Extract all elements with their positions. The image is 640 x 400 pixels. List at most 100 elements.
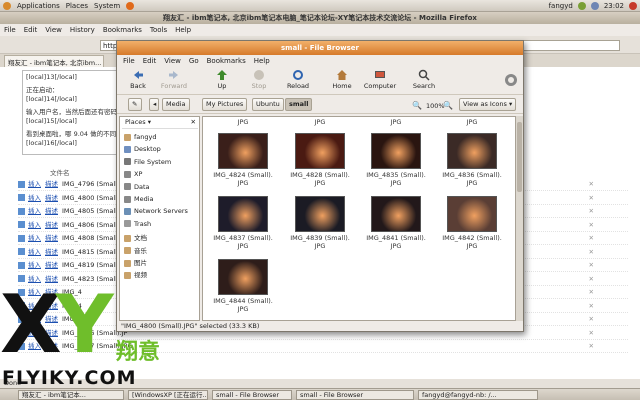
taskbar-button[interactable]: 翔友汇 - ibm笔记本... — [18, 390, 124, 400]
taskbar-button[interactable]: [WindowsXP [正在运行... — [128, 390, 208, 400]
ff-menu-bookmarks[interactable]: Bookmarks — [103, 26, 142, 34]
place-item[interactable]: Media — [124, 195, 154, 203]
zoom-out-icon[interactable]: 🔍 — [412, 101, 422, 110]
image-thumbnail[interactable] — [447, 196, 497, 232]
ff-menu-tools[interactable]: Tools — [150, 26, 167, 34]
user-label[interactable]: fangyd — [549, 2, 573, 10]
applications-menu[interactable]: Applications — [17, 2, 60, 10]
describe-link[interactable]: 描述 — [45, 261, 58, 269]
computer-button[interactable]: Computer — [360, 68, 400, 94]
place-item[interactable]: 文档 — [124, 232, 147, 242]
delete-icon[interactable]: ✕ — [589, 342, 594, 350]
stop-button[interactable]: Stop — [239, 68, 279, 94]
delete-icon[interactable]: ✕ — [589, 288, 594, 296]
file-caption[interactable]: IMG_4837 (Small). JPG — [205, 234, 281, 250]
fb-menu-bookmarks[interactable]: Bookmarks — [207, 57, 246, 65]
back-button[interactable]: Back — [118, 68, 158, 94]
place-item[interactable]: 图片 — [124, 257, 147, 267]
place-item[interactable]: 音乐 — [124, 245, 147, 255]
forward-button[interactable]: Forward — [154, 68, 194, 94]
insert-link[interactable]: 插入 — [28, 234, 41, 242]
firefox-launcher-icon[interactable] — [126, 1, 135, 10]
describe-link[interactable]: 描述 — [45, 234, 58, 242]
volume-icon[interactable] — [590, 1, 599, 10]
insert-link[interactable]: 插入 — [28, 180, 41, 188]
place-item[interactable]: Trash — [124, 220, 151, 228]
view-mode-select[interactable]: View as Icons ▾ — [459, 98, 516, 111]
edit-location-button[interactable]: ✎ — [128, 98, 142, 111]
ff-menu-help[interactable]: Help — [175, 26, 191, 34]
reload-button[interactable]: Reload — [278, 68, 318, 94]
ubuntu-logo-icon[interactable] — [3, 1, 11, 10]
search-button[interactable]: Search — [404, 68, 444, 94]
places-menu[interactable]: Places — [66, 2, 88, 10]
insert-link[interactable]: 插入 — [28, 248, 41, 256]
delete-icon[interactable]: ✕ — [589, 302, 594, 310]
insert-link[interactable]: 插入 — [28, 207, 41, 215]
image-thumbnail[interactable] — [295, 133, 345, 169]
fb-menu-edit[interactable]: Edit — [143, 57, 157, 65]
file-caption[interactable]: JPG — [282, 118, 358, 126]
image-thumbnail[interactable] — [447, 133, 497, 169]
zoom-level[interactable]: 100% — [426, 102, 445, 110]
describe-link[interactable]: 描述 — [45, 248, 58, 256]
insert-link[interactable]: 插入 — [28, 261, 41, 269]
delete-icon[interactable]: ✕ — [589, 207, 594, 215]
describe-link[interactable]: 描述 — [45, 221, 58, 229]
place-item[interactable]: XP — [124, 170, 142, 178]
insert-link[interactable]: 插入 — [28, 194, 41, 202]
ff-menu-history[interactable]: History — [70, 26, 95, 34]
file-caption[interactable]: IMG_4844 (Small). JPG — [205, 297, 281, 313]
taskbar-button[interactable]: fangyd@fangyd-nb: /... — [418, 390, 538, 400]
ff-menu-file[interactable]: File — [4, 26, 16, 34]
file-caption[interactable]: IMG_4842 (Small). JPG — [434, 234, 510, 250]
home-button[interactable]: Home — [322, 68, 362, 94]
place-item[interactable]: File System — [124, 158, 171, 166]
file-caption[interactable]: IMG_4836 (Small). JPG — [434, 171, 510, 187]
ff-menu-view[interactable]: View — [45, 26, 62, 34]
image-thumbnail[interactable] — [295, 196, 345, 232]
file-caption[interactable]: JPG — [205, 118, 281, 126]
image-thumbnail[interactable] — [371, 196, 421, 232]
describe-link[interactable]: 描述 — [45, 180, 58, 188]
clock[interactable]: 23:02 — [604, 2, 624, 10]
file-caption[interactable]: IMG_4835 (Small). JPG — [358, 171, 434, 187]
delete-icon[interactable]: ✕ — [589, 329, 594, 337]
delete-icon[interactable]: ✕ — [589, 221, 594, 229]
file-caption[interactable]: IMG_4824 (Small). JPG — [205, 171, 281, 187]
insert-link[interactable]: 插入 — [28, 221, 41, 229]
zoom-in-icon[interactable]: 🔍 — [443, 101, 453, 110]
delete-icon[interactable]: ✕ — [589, 194, 594, 202]
place-item[interactable]: Data — [124, 183, 150, 191]
power-icon[interactable] — [629, 1, 637, 10]
image-thumbnail[interactable] — [218, 133, 268, 169]
delete-icon[interactable]: ✕ — [589, 234, 594, 242]
file-caption[interactable]: JPG — [358, 118, 434, 126]
image-thumbnail[interactable] — [218, 259, 268, 295]
fb-menu-go[interactable]: Go — [189, 57, 199, 65]
fb-menu-file[interactable]: File — [123, 57, 135, 65]
describe-link[interactable]: 描述 — [45, 194, 58, 202]
delete-icon[interactable]: ✕ — [589, 315, 594, 323]
delete-icon[interactable]: ✕ — [589, 261, 594, 269]
system-menu[interactable]: System — [94, 2, 120, 10]
taskbar-button[interactable]: small - File Browser — [212, 390, 292, 400]
place-item[interactable]: 视频 — [124, 269, 147, 279]
breadcrumb-left-arrow[interactable]: ◂ — [149, 98, 159, 111]
ff-menu-edit[interactable]: Edit — [24, 26, 38, 34]
file-caption[interactable]: JPG — [434, 118, 510, 126]
delete-icon[interactable]: ✕ — [589, 275, 594, 283]
network-icon[interactable] — [577, 1, 586, 10]
file-caption[interactable]: IMG_4828 (Small). JPG — [282, 171, 358, 187]
places-dropdown[interactable]: Places ▾ ✕ — [122, 118, 198, 129]
file-browser-title[interactable]: small - File Browser — [117, 41, 523, 55]
breadcrumb-ubuntu[interactable]: Ubuntu — [252, 98, 284, 111]
fb-menu-view[interactable]: View — [164, 57, 181, 65]
place-item[interactable]: Desktop — [124, 145, 161, 153]
fb-menu-help[interactable]: Help — [254, 57, 270, 65]
delete-icon[interactable]: ✕ — [589, 248, 594, 256]
file-caption[interactable]: IMG_4841 (Small). JPG — [358, 234, 434, 250]
image-thumbnail[interactable] — [371, 133, 421, 169]
scrollbar-thumb[interactable] — [517, 122, 522, 192]
taskbar-button[interactable]: small - File Browser — [296, 390, 414, 400]
